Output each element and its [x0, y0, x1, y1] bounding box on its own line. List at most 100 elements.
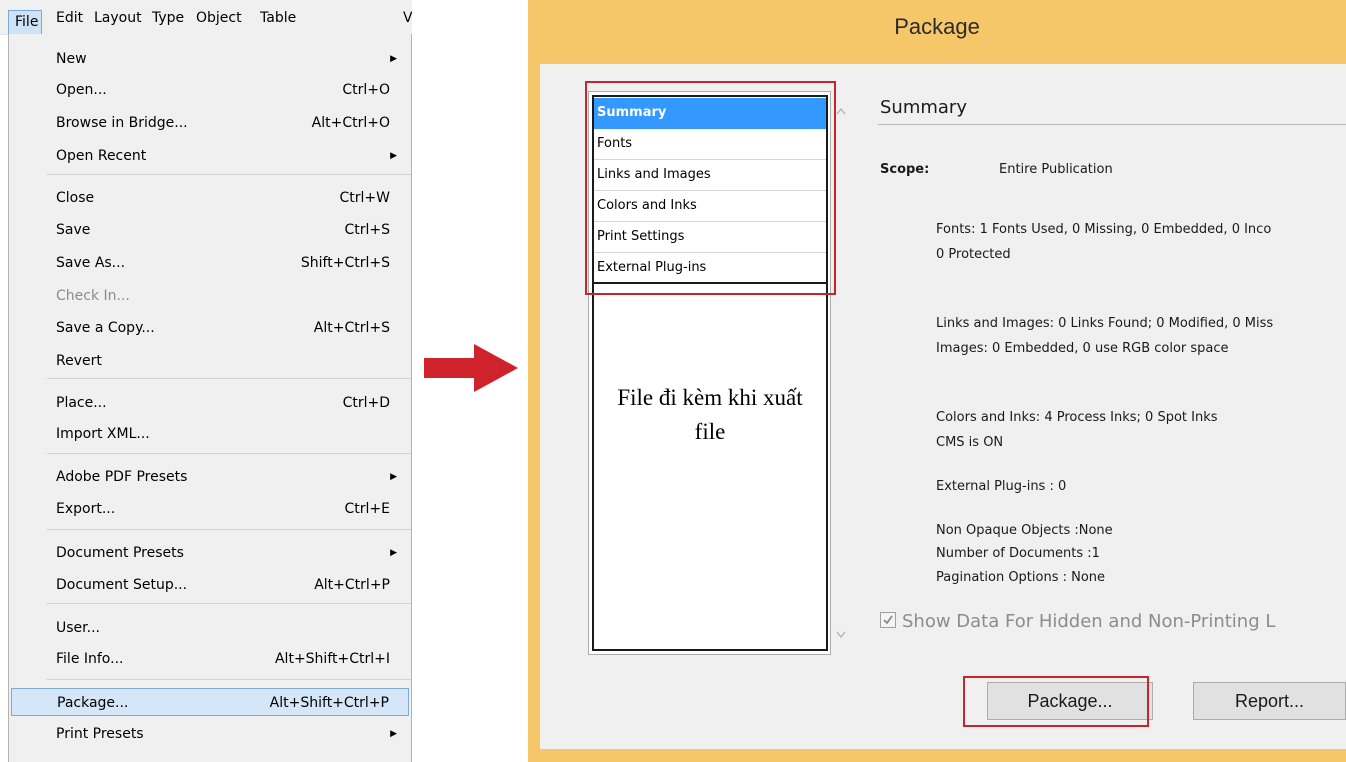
- menu-item-label: New: [56, 51, 87, 67]
- plugins-summary-line: External Plug-ins : 0: [936, 479, 1067, 494]
- menu-item-place[interactable]: Place... Ctrl+D: [11, 389, 409, 417]
- menu-item-adobe-pdf-presets[interactable]: Adobe PDF Presets ▶: [11, 463, 409, 491]
- submenu-arrow-icon: ▶: [390, 54, 397, 64]
- scroll-down-icon: [836, 631, 846, 639]
- show-hidden-data-label: Show Data For Hidden and Non-Printing L: [902, 611, 1276, 632]
- menu-item-new[interactable]: New ▶: [11, 45, 409, 73]
- fonts-summary-line2: 0 Protected: [936, 247, 1011, 262]
- menu-item-label: Document Setup...: [56, 577, 188, 593]
- menu-item-label: Document Presets: [56, 545, 184, 561]
- menu-item-shortcut: Alt+Ctrl+O: [311, 115, 390, 131]
- menu-item-label: Open Recent: [56, 148, 147, 164]
- menu-item-label: Package...: [57, 695, 129, 711]
- menu-separator: [47, 529, 411, 530]
- documents-summary-line: Number of Documents :1: [936, 546, 1100, 561]
- menu-item-label: Import XML...: [56, 426, 150, 442]
- package-dialog: Package Summary Fonts Links and Images C…: [528, 0, 1346, 762]
- menu-item-label: Close: [56, 190, 95, 206]
- menu-item-shortcut: Shift+Ctrl+S: [300, 255, 390, 271]
- menu-item-label: Export...: [56, 501, 116, 517]
- menu-item-document-setup[interactable]: Document Setup... Alt+Ctrl+P: [11, 571, 409, 599]
- menu-item-label: Adobe PDF Presets: [56, 469, 188, 485]
- annotation-caption: File đi kèm khi xuất file: [617, 385, 803, 444]
- summary-divider: [878, 124, 1346, 125]
- menu-item-shortcut: Ctrl+D: [342, 395, 390, 411]
- submenu-arrow-icon: ▶: [390, 548, 397, 558]
- links-summary-line2: Images: 0 Embedded, 0 use RGB color spac…: [936, 341, 1229, 356]
- pagination-summary-line: Pagination Options : None: [936, 570, 1106, 585]
- menu-separator: [47, 378, 411, 379]
- menu-item-file-info[interactable]: File Info... Alt+Shift+Ctrl+I: [11, 645, 409, 673]
- menu-table[interactable]: Table: [260, 8, 296, 28]
- menu-item-shortcut: Alt+Ctrl+P: [314, 577, 390, 593]
- menu-file[interactable]: File: [8, 10, 42, 34]
- menu-item-check-in: Check In...: [11, 282, 409, 310]
- menu-item-label: Check In...: [56, 288, 130, 304]
- menu-separator: [47, 679, 411, 680]
- menu-view[interactable]: V: [403, 8, 412, 28]
- menu-item-shortcut: Ctrl+S: [344, 222, 390, 238]
- menu-item-revert[interactable]: Revert: [11, 347, 409, 375]
- submenu-arrow-icon: ▶: [390, 472, 397, 482]
- right-arrow-icon: [424, 344, 518, 392]
- menu-separator: [47, 174, 411, 175]
- links-summary-line1: Links and Images: 0 Links Found; 0 Modif…: [936, 316, 1274, 331]
- menu-item-shortcut: Alt+Shift+Ctrl+I: [274, 651, 390, 667]
- sections-highlight-box: [585, 81, 836, 295]
- submenu-arrow-icon: ▶: [390, 729, 397, 739]
- menu-item-package[interactable]: Package... Alt+Shift+Ctrl+P: [11, 688, 409, 716]
- menu-item-open[interactable]: Open... Ctrl+O: [11, 76, 409, 104]
- menu-item-label: Revert: [56, 353, 102, 369]
- menu-item-print-presets[interactable]: Print Presets ▶: [11, 720, 409, 748]
- menu-edit[interactable]: Edit: [56, 8, 83, 28]
- menu-item-browse-in-bridge[interactable]: Browse in Bridge... Alt+Ctrl+O: [11, 109, 409, 137]
- menu-layout[interactable]: Layout: [94, 8, 142, 28]
- menu-item-label: File Info...: [56, 651, 124, 667]
- package-button-highlight-edge: [1147, 676, 1149, 727]
- menu-item-label: Save: [56, 222, 91, 238]
- summary-heading: Summary: [880, 97, 967, 118]
- show-hidden-data-checkbox[interactable]: [880, 612, 896, 628]
- report-button[interactable]: Report...: [1193, 682, 1346, 720]
- menu-item-shortcut: Alt+Shift+Ctrl+P: [269, 695, 389, 711]
- menu-item-shortcut: Ctrl+O: [342, 82, 390, 98]
- checkmark-icon: [883, 615, 893, 625]
- menu-item-label: Browse in Bridge...: [56, 115, 188, 131]
- menu-item-label: Save a Copy...: [56, 320, 155, 336]
- menu-type[interactable]: Type: [152, 8, 184, 28]
- colors-summary-line2: CMS is ON: [936, 435, 1004, 450]
- dialog-title: Package: [894, 14, 980, 39]
- menu-item-label: Save As...: [56, 255, 126, 271]
- menu-item-shortcut: Ctrl+W: [339, 190, 390, 206]
- menu-item-export[interactable]: Export... Ctrl+E: [11, 495, 409, 523]
- menu-item-label: Open...: [56, 82, 107, 98]
- submenu-arrow-icon: ▶: [390, 151, 397, 161]
- menu-item-close[interactable]: Close Ctrl+W: [11, 184, 409, 212]
- menu-item-open-recent[interactable]: Open Recent ▶: [11, 142, 409, 170]
- menu-item-shortcut: Alt+Ctrl+S: [313, 320, 390, 336]
- fonts-summary-line1: Fonts: 1 Fonts Used, 0 Missing, 0 Embedd…: [936, 222, 1272, 237]
- menu-item-user[interactable]: User...: [11, 614, 409, 642]
- menu-item-label: Print Presets: [56, 726, 144, 742]
- menu-item-save[interactable]: Save Ctrl+S: [11, 216, 409, 244]
- menu-item-document-presets[interactable]: Document Presets ▶: [11, 539, 409, 567]
- nonopaque-summary-line: Non Opaque Objects :None: [936, 523, 1113, 538]
- show-hidden-data-row[interactable]: Show Data For Hidden and Non-Printing L: [880, 611, 1275, 632]
- menu-object[interactable]: Object: [196, 8, 242, 28]
- package-button-highlight-box: [963, 676, 1149, 727]
- menu-item-label: User...: [56, 620, 100, 636]
- file-menu-dropdown: New ▶ Open... Ctrl+O Browse in Bridge... Alt+…: [8, 34, 412, 762]
- menu-separator: [47, 453, 411, 454]
- menu-item-save-a-copy[interactable]: Save a Copy... Alt+Ctrl+S: [11, 314, 409, 342]
- menu-item-label: Place...: [56, 395, 107, 411]
- menu-bar: File Edit Layout Type Object Table V: [0, 0, 412, 35]
- scope-value: Entire Publication: [999, 162, 1113, 177]
- colors-summary-line1: Colors and Inks: 4 Process Inks; 0 Spot …: [936, 410, 1218, 425]
- scope-label: Scope:: [880, 162, 930, 177]
- menu-item-shortcut: Ctrl+E: [344, 501, 391, 517]
- dialog-body: Summary Fonts Links and Images Colors an…: [540, 64, 1346, 749]
- scroll-up-icon: [836, 107, 846, 115]
- menu-item-import-xml[interactable]: Import XML...: [11, 420, 409, 448]
- menu-item-save-as[interactable]: Save As... Shift+Ctrl+S: [11, 249, 409, 277]
- menu-separator: [47, 603, 411, 604]
